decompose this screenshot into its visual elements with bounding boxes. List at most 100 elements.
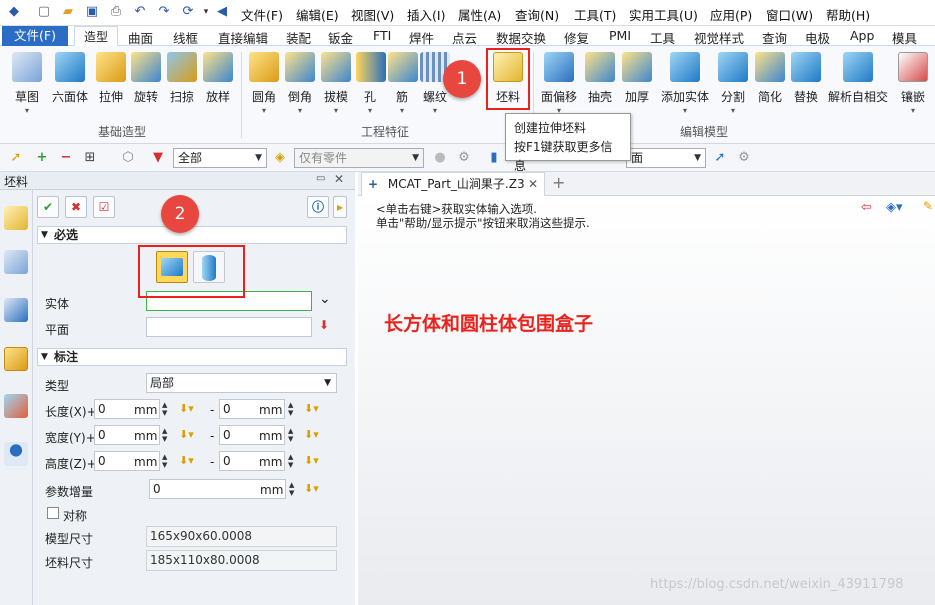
menu-file[interactable]: 文件(F): [241, 5, 283, 24]
apply-button[interactable]: ☑: [93, 196, 115, 218]
cancel-button[interactable]: ✖: [65, 196, 87, 218]
blank-panel-icon[interactable]: [4, 206, 28, 230]
part-icon[interactable]: [4, 347, 28, 371]
refresh-icon[interactable]: ⟳: [180, 4, 196, 20]
reference-icon[interactable]: ⬇▾: [304, 482, 319, 495]
menu-apply[interactable]: 应用(P): [710, 5, 752, 24]
hexahedron-button[interactable]: 六面体: [49, 52, 91, 105]
reference-icon[interactable]: ⬇▾: [179, 454, 194, 467]
add-solid-button[interactable]: 添加实体 ▾: [659, 52, 711, 115]
menu-insert[interactable]: 插入(I): [407, 5, 445, 24]
fillet-button[interactable]: 圆角 ▾: [248, 52, 280, 115]
ok-button[interactable]: ✔: [37, 196, 59, 218]
undo-icon[interactable]: ↶: [132, 4, 148, 20]
menu-window[interactable]: 窗口(W): [766, 5, 813, 24]
tab-fti[interactable]: FTI: [373, 28, 391, 43]
reference-icon[interactable]: ⬇▾: [304, 454, 319, 467]
increment-spinner[interactable]: ▲ ▼: [289, 481, 294, 497]
close-tab-icon[interactable]: ✕: [528, 173, 538, 195]
expand-double-chevron-icon[interactable]: ⌄: [319, 291, 331, 307]
tab-data-exchange[interactable]: 数据交换: [496, 28, 546, 47]
menu-edit[interactable]: 编辑(E): [296, 5, 339, 24]
new-file-icon[interactable]: ▢: [36, 4, 52, 20]
height-minus-spinner[interactable]: ▲ ▼: [288, 453, 293, 469]
reference-icon[interactable]: ⬇▾: [304, 428, 319, 441]
part-filter-icon[interactable]: ◈: [272, 150, 288, 166]
loft-button[interactable]: 放样: [202, 52, 234, 105]
panel-menu-button[interactable]: ▸: [333, 196, 347, 218]
gear-icon[interactable]: ⚙: [736, 150, 752, 166]
reference-icon[interactable]: ⬇▾: [179, 402, 194, 415]
width-plus-spinner[interactable]: ▲ ▼: [162, 427, 167, 443]
history-tree-icon[interactable]: [4, 250, 28, 274]
menu-help[interactable]: 帮助(H): [826, 5, 870, 24]
resolve-self-intersect-button[interactable]: 解析自相交: [826, 52, 890, 105]
reference-icon[interactable]: ⬇▾: [304, 402, 319, 415]
tab-tools[interactable]: 工具: [650, 28, 675, 47]
app-logo-icon[interactable]: ◆: [6, 4, 22, 20]
box-select-icon[interactable]: ⊞: [82, 150, 98, 166]
extrude-button[interactable]: 拉伸: [96, 52, 126, 105]
tab-weldment[interactable]: 焊件: [409, 28, 434, 47]
view-options-icon[interactable]: ◈▾: [886, 200, 903, 215]
tab-mold[interactable]: 模具: [892, 28, 917, 47]
tab-wireframe[interactable]: 线框: [173, 28, 198, 47]
qa-dropdown-icon[interactable]: ▾: [198, 4, 214, 20]
exit-icon[interactable]: ⇦: [861, 200, 872, 215]
reference-icon[interactable]: ⬇▾: [179, 428, 194, 441]
length-minus-spinner[interactable]: ▲ ▼: [288, 401, 293, 417]
simplify-button[interactable]: 简化: [754, 52, 786, 105]
length-plus-spinner[interactable]: ▲ ▼: [162, 401, 167, 417]
section-annotation[interactable]: 标注: [37, 348, 347, 366]
face-offset-button[interactable]: 面偏移 ▾: [539, 52, 579, 115]
hexagon-select-icon[interactable]: ⬡: [120, 150, 136, 166]
hole-button[interactable]: 孔 ▾: [356, 52, 386, 115]
height-plus-spinner[interactable]: ▲ ▼: [162, 453, 167, 469]
tab-pointcloud[interactable]: 点云: [452, 28, 477, 47]
pick-cursor-icon[interactable]: ➚: [8, 150, 24, 166]
menu-tools[interactable]: 工具(T): [574, 5, 616, 24]
remove-icon[interactable]: −: [58, 150, 74, 166]
revolve-button[interactable]: 旋转: [131, 52, 161, 105]
thicken-button[interactable]: 加厚: [620, 52, 654, 105]
filter-select[interactable]: 全部 ▼: [173, 148, 267, 168]
tab-query[interactable]: 查询: [762, 28, 787, 47]
chamfer-button[interactable]: 倒角 ▾: [284, 52, 316, 115]
graphics-canvas[interactable]: <单击右键>获取实体输入选项. 单击"帮助/显示提示"按钮来取消这些提示. ⇦ …: [358, 196, 935, 605]
settings-icon[interactable]: ⚙: [456, 150, 472, 166]
tab-modeling[interactable]: 造型: [74, 26, 118, 47]
redo-icon[interactable]: ↷: [156, 4, 172, 20]
draft-button[interactable]: 拔模 ▾: [320, 52, 352, 115]
pick-plane-icon[interactable]: ⬇: [319, 318, 329, 332]
tab-sheetmetal[interactable]: 钣金: [328, 28, 353, 47]
plane-field[interactable]: [146, 317, 312, 337]
inlay-button[interactable]: 镶嵌 ▾: [896, 52, 930, 115]
print-icon[interactable]: ⎙: [108, 4, 124, 20]
width-minus-spinner[interactable]: ▲ ▼: [288, 427, 293, 443]
tab-visual-style[interactable]: 视觉样式: [694, 28, 744, 47]
save-icon[interactable]: ▣: [84, 4, 100, 20]
open-folder-icon[interactable]: ▰: [60, 4, 76, 20]
restore-icon[interactable]: ▭: [316, 173, 325, 184]
view-icon[interactable]: [4, 394, 28, 418]
tab-assembly[interactable]: 装配: [286, 28, 311, 47]
assembly-tree-icon[interactable]: [4, 298, 28, 322]
info-button[interactable]: ⓘ: [307, 196, 329, 218]
rib-button[interactable]: 筋 ▾: [388, 52, 418, 115]
user-icon[interactable]: [4, 442, 28, 466]
type-select[interactable]: 局部 ▼: [146, 373, 337, 393]
pen-icon[interactable]: ✎: [923, 199, 933, 213]
tab-file[interactable]: 文件(F): [2, 26, 68, 46]
collapse-arrow-icon[interactable]: ◀: [214, 4, 230, 20]
close-icon[interactable]: ✕: [334, 172, 344, 186]
tab-app[interactable]: App: [850, 28, 874, 43]
split-button[interactable]: 分割 ▾: [716, 52, 750, 115]
symmetric-checkbox[interactable]: [47, 507, 59, 519]
tab-surface[interactable]: 曲面: [128, 28, 153, 47]
part-filter-select[interactable]: 仅有零件 ▼: [294, 148, 424, 168]
menu-query[interactable]: 查询(N): [515, 5, 559, 24]
replace-button[interactable]: 替换: [790, 52, 822, 105]
filter-icon[interactable]: ▼: [150, 150, 166, 166]
menu-view[interactable]: 视图(V): [351, 5, 394, 24]
tab-electrode[interactable]: 电极: [805, 28, 830, 47]
